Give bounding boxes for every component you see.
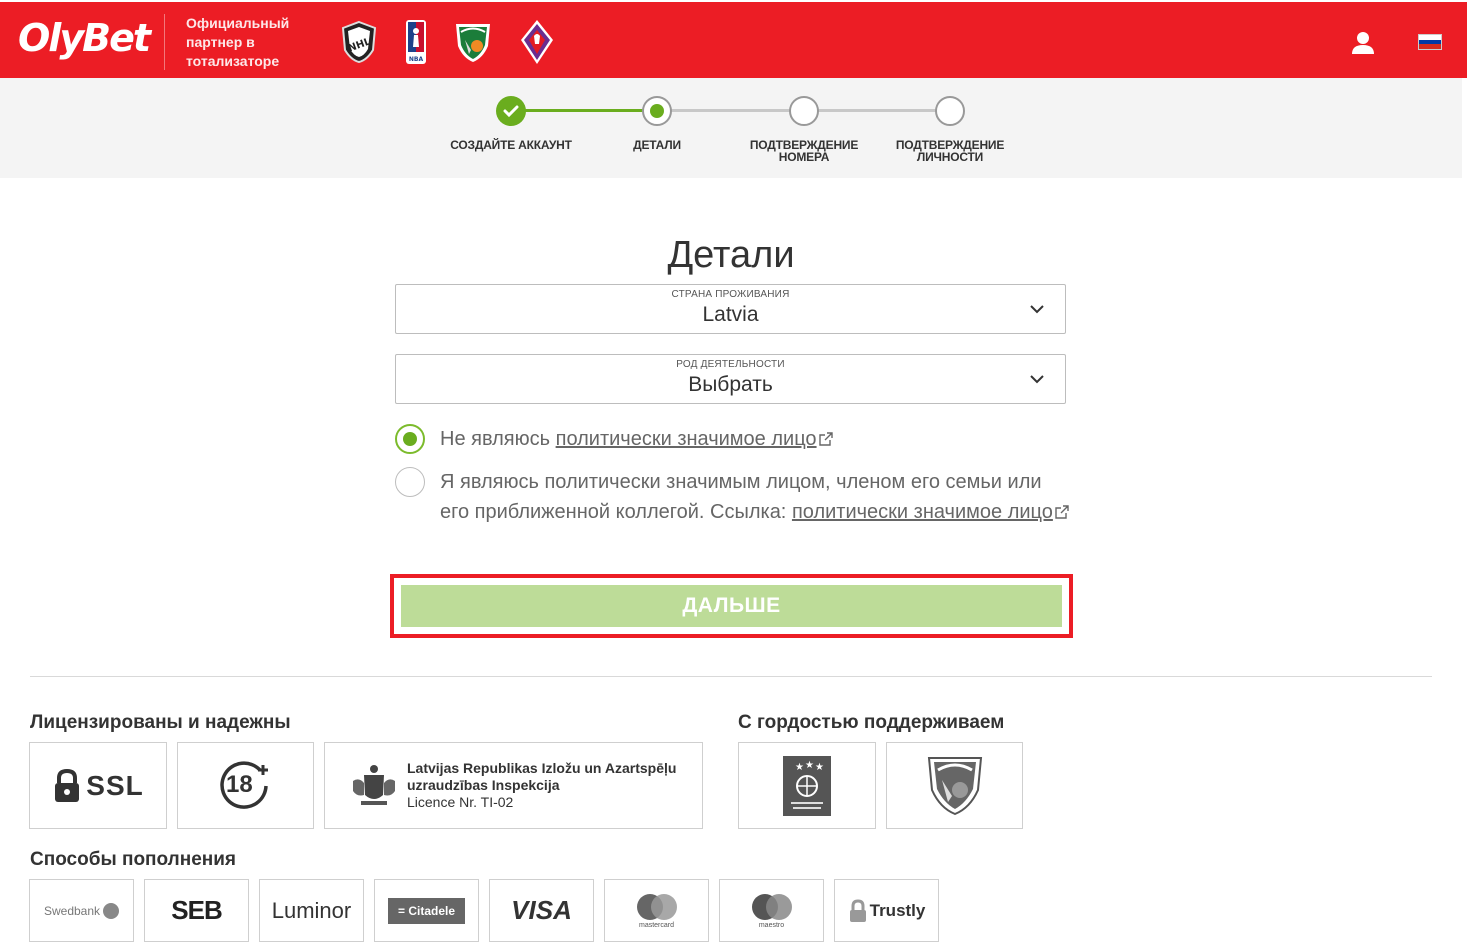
partner-text: Официальный партнер в тотализаторе	[186, 15, 290, 69]
mastercard-label: mastercard	[638, 922, 674, 929]
external-link-icon	[818, 432, 833, 446]
license-badge: Latvijas Republikas Izložu un Azartspēļu…	[324, 742, 703, 829]
next-button-highlight: ДАЛЬШЕ	[390, 574, 1073, 638]
pep-link[interactable]: политически значимое лицо	[556, 428, 817, 450]
citadele-label: = Citadele	[387, 897, 466, 924]
ssl-label: SSL	[86, 769, 144, 801]
padlock-icon	[849, 898, 866, 922]
age-18-badge: 18	[177, 742, 314, 829]
latvian-basketball-federation-logo-icon: ★ ★ ★	[783, 755, 831, 816]
step-4-indicator	[935, 96, 965, 126]
svg-text:★: ★	[815, 762, 824, 773]
footer-divider	[30, 676, 1432, 677]
trustly-label: Trustly	[869, 900, 926, 920]
swedbank-label: Swedbank	[43, 903, 101, 918]
occupation-value: Выбрать	[688, 373, 773, 396]
maestro-logo[interactable]: maestro	[719, 879, 824, 942]
page-title: Детали	[667, 234, 795, 276]
step-1-check-icon	[496, 96, 526, 126]
fiorentina-logo-icon[interactable]	[516, 18, 558, 66]
license-line-2: uzraudzības Inspekcija	[407, 777, 560, 793]
swedbank-icon	[103, 902, 120, 919]
licensed-title: Лицензированы и надежны	[30, 712, 291, 733]
site-header: OlyBet Официальный партнер в тотализатор…	[0, 0, 1467, 78]
visa-logo[interactable]: VISA	[489, 879, 594, 942]
olybet-logo[interactable]: OlyBet	[18, 16, 151, 60]
header-divider	[164, 14, 165, 70]
seb-logo[interactable]: SEB	[144, 879, 249, 942]
pep-link[interactable]: политически значимое лицо	[792, 501, 1053, 523]
license-number: Licence Nr. TI-02	[407, 794, 514, 810]
step-3-indicator	[789, 96, 819, 126]
is-pep-radio[interactable]	[395, 467, 425, 497]
chevron-down-icon	[1030, 305, 1044, 314]
step-label-phone-confirm: ПОДТВЕРЖДЕНИЕ НОМЕРА	[749, 138, 859, 164]
user-icon[interactable]	[1350, 30, 1376, 56]
ssl-badge: SSL	[29, 742, 167, 829]
latvia-coat-of-arms-icon	[353, 764, 395, 805]
luminor-logo[interactable]: Luminor	[259, 879, 364, 942]
step-label-create-account: СОЗДАЙТЕ АККАУНТ	[450, 138, 572, 152]
visa-label: VISA	[511, 895, 572, 925]
nhl-logo-icon[interactable]: NHL	[338, 18, 380, 66]
svg-text:NBA: NBA	[409, 56, 424, 63]
luminor-label: Luminor	[271, 897, 352, 923]
svg-text:★: ★	[795, 762, 804, 773]
registration-stepper: СОЗДАЙТЕ АККАУНТ ДЕТАЛИ ПОДТВЕРЖДЕНИЕ НО…	[0, 78, 1462, 178]
seb-label: SEB	[171, 895, 222, 925]
step-connector-done	[511, 109, 657, 112]
license-line-1: Latvijas Republikas Izložu un Azartspēļu	[407, 760, 677, 776]
occupation-caption: РОД ДЕЯТЕЛЬНОСТИ	[676, 359, 785, 370]
country-value: Latvia	[702, 303, 759, 326]
deposit-title: Способы пополнения	[30, 849, 237, 870]
occupation-select[interactable]: РОД ДЕЯТЕЛЬНОСТИ Выбрать	[395, 354, 1066, 404]
supported-title: С гордостью поддерживаем	[738, 712, 1005, 733]
step-2-current-indicator	[642, 96, 672, 126]
next-button[interactable]: ДАЛЬШЕ	[401, 585, 1062, 627]
basketball-federation-badge[interactable]: ★ ★ ★	[738, 742, 876, 829]
citadele-logo[interactable]: = Citadele	[374, 879, 479, 942]
mastercard-logo[interactable]: mastercard	[604, 879, 709, 942]
zalgiris-grey-logo-icon	[927, 756, 982, 815]
lock-icon	[55, 768, 80, 802]
swedbank-logo[interactable]: Swedbank	[29, 879, 134, 942]
maestro-label: maestro	[758, 922, 785, 929]
nba-logo-icon[interactable]: NBA	[404, 18, 428, 66]
russian-flag-icon[interactable]	[1418, 34, 1442, 50]
step-label-identity-confirm: ПОДТВЕРЖДЕНИЕ ЛИЧНОСТИ	[895, 138, 1005, 164]
country-caption: СТРАНА ПРОЖИВАНИЯ	[671, 289, 790, 300]
is-pep-label[interactable]: Я являюсь политически значимым лицом, чл…	[440, 467, 1070, 527]
zalgiris-sponsor-badge[interactable]	[886, 742, 1023, 829]
country-select[interactable]: СТРАНА ПРОЖИВАНИЯ Latvia	[395, 284, 1066, 334]
mastercard-icon	[636, 894, 677, 920]
chevron-down-icon	[1030, 375, 1044, 384]
zalgiris-logo-icon[interactable]	[452, 18, 494, 66]
external-link-icon	[1055, 505, 1069, 519]
step-label-details: ДЕТАЛИ	[633, 138, 681, 152]
maestro-icon	[751, 894, 792, 920]
svg-text:★: ★	[805, 760, 814, 771]
not-pep-label[interactable]: Не являюсь политически значимое лицо	[440, 424, 1070, 454]
age-label: 18	[226, 771, 253, 798]
trustly-logo[interactable]: Trustly	[834, 879, 939, 942]
not-pep-radio[interactable]	[395, 424, 425, 454]
